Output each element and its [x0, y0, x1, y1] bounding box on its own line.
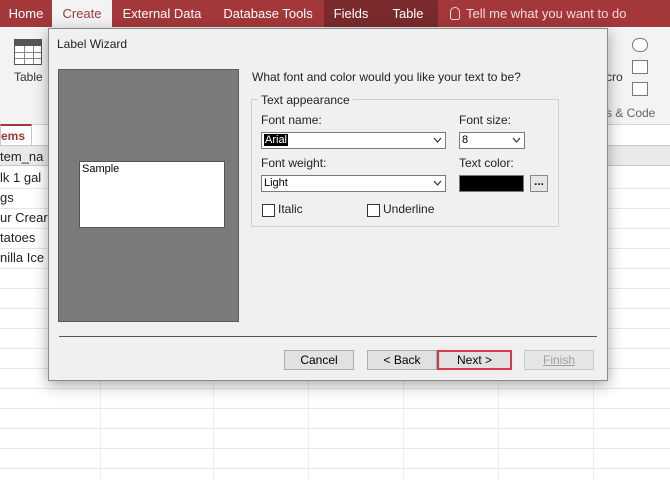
- chevron-down-icon[interactable]: [430, 133, 445, 148]
- label-wizard-dialog: Label Wizard Sample What font and color …: [48, 28, 608, 381]
- italic-checkbox[interactable]: [262, 204, 275, 217]
- font-weight-value: Light: [264, 177, 288, 189]
- finish-button[interactable]: Finish: [524, 350, 594, 370]
- color-picker-button[interactable]: ...: [530, 175, 548, 192]
- lightbulb-icon: [450, 7, 460, 20]
- font-weight-label: Font weight:: [261, 156, 327, 170]
- sample-text: Sample: [82, 163, 120, 175]
- next-button[interactable]: Next >: [437, 350, 512, 370]
- table-row[interactable]: nilla Ice: [0, 250, 50, 270]
- text-color-label: Text color:: [459, 156, 514, 170]
- column-header-item-name[interactable]: tem_na: [0, 149, 43, 164]
- table-row[interactable]: tatoes: [0, 230, 50, 250]
- back-button[interactable]: < Back: [367, 350, 437, 370]
- tab-create[interactable]: Create: [52, 0, 112, 27]
- underline-checkbox[interactable]: [367, 204, 380, 217]
- back-button-label: < Back: [383, 353, 421, 367]
- tab-home[interactable]: Home: [0, 0, 52, 27]
- tab-database-tools[interactable]: Database Tools: [212, 0, 324, 27]
- font-size-value: 8: [462, 134, 469, 146]
- cancel-button-label: Cancel: [300, 353, 338, 367]
- font-weight-combobox[interactable]: Light: [261, 175, 446, 192]
- tell-me-text: Tell me what you want to do: [466, 6, 627, 21]
- font-name-label: Font name:: [261, 113, 322, 127]
- table-icon[interactable]: [14, 39, 42, 65]
- tab-table[interactable]: Table: [378, 0, 438, 27]
- cancel-button[interactable]: Cancel: [284, 350, 354, 370]
- macros-code-group-label: s & Code: [606, 106, 656, 120]
- module-icon[interactable]: [632, 60, 648, 74]
- sample-label-preview: Sample: [79, 161, 225, 228]
- next-button-label: Next >: [456, 353, 492, 367]
- font-size-label: Font size:: [459, 113, 512, 127]
- chevron-down-icon[interactable]: [430, 176, 445, 191]
- ribbon-tab-bar: Home Create External Data Database Tools…: [0, 0, 670, 27]
- chevron-down-icon[interactable]: [509, 133, 524, 148]
- button-area-divider: [59, 336, 597, 337]
- items-document-tab[interactable]: ems: [0, 124, 32, 146]
- dialog-title: Label Wizard: [57, 37, 128, 51]
- wizard-question: What font and color would you like your …: [252, 70, 521, 84]
- underline-checkbox-label[interactable]: Underline: [383, 202, 434, 216]
- text-color-swatch[interactable]: [459, 175, 524, 192]
- macro-button-label[interactable]: cro: [606, 70, 623, 84]
- font-size-combobox[interactable]: 8: [459, 132, 525, 149]
- table-row[interactable]: lk 1 gal: [0, 170, 50, 190]
- tab-fields[interactable]: Fields: [324, 0, 378, 27]
- document-tab-label: ems: [1, 129, 26, 143]
- text-appearance-group-title: Text appearance: [258, 93, 353, 107]
- label-preview-panel: Sample: [58, 69, 239, 322]
- macro-gear-icon[interactable]: [632, 38, 648, 52]
- table-row[interactable]: gs: [0, 190, 50, 210]
- tab-external-data[interactable]: External Data: [112, 0, 212, 27]
- tell-me-box[interactable]: Tell me what you want to do: [450, 0, 626, 27]
- table-button-label[interactable]: Table: [14, 70, 43, 84]
- font-name-value: Arial: [264, 134, 289, 146]
- font-name-combobox[interactable]: Arial: [261, 132, 446, 149]
- table-row[interactable]: ur Crear: [0, 210, 50, 230]
- class-module-icon[interactable]: [632, 82, 648, 96]
- finish-button-label: Finish: [542, 353, 575, 367]
- italic-checkbox-label[interactable]: Italic: [278, 202, 303, 216]
